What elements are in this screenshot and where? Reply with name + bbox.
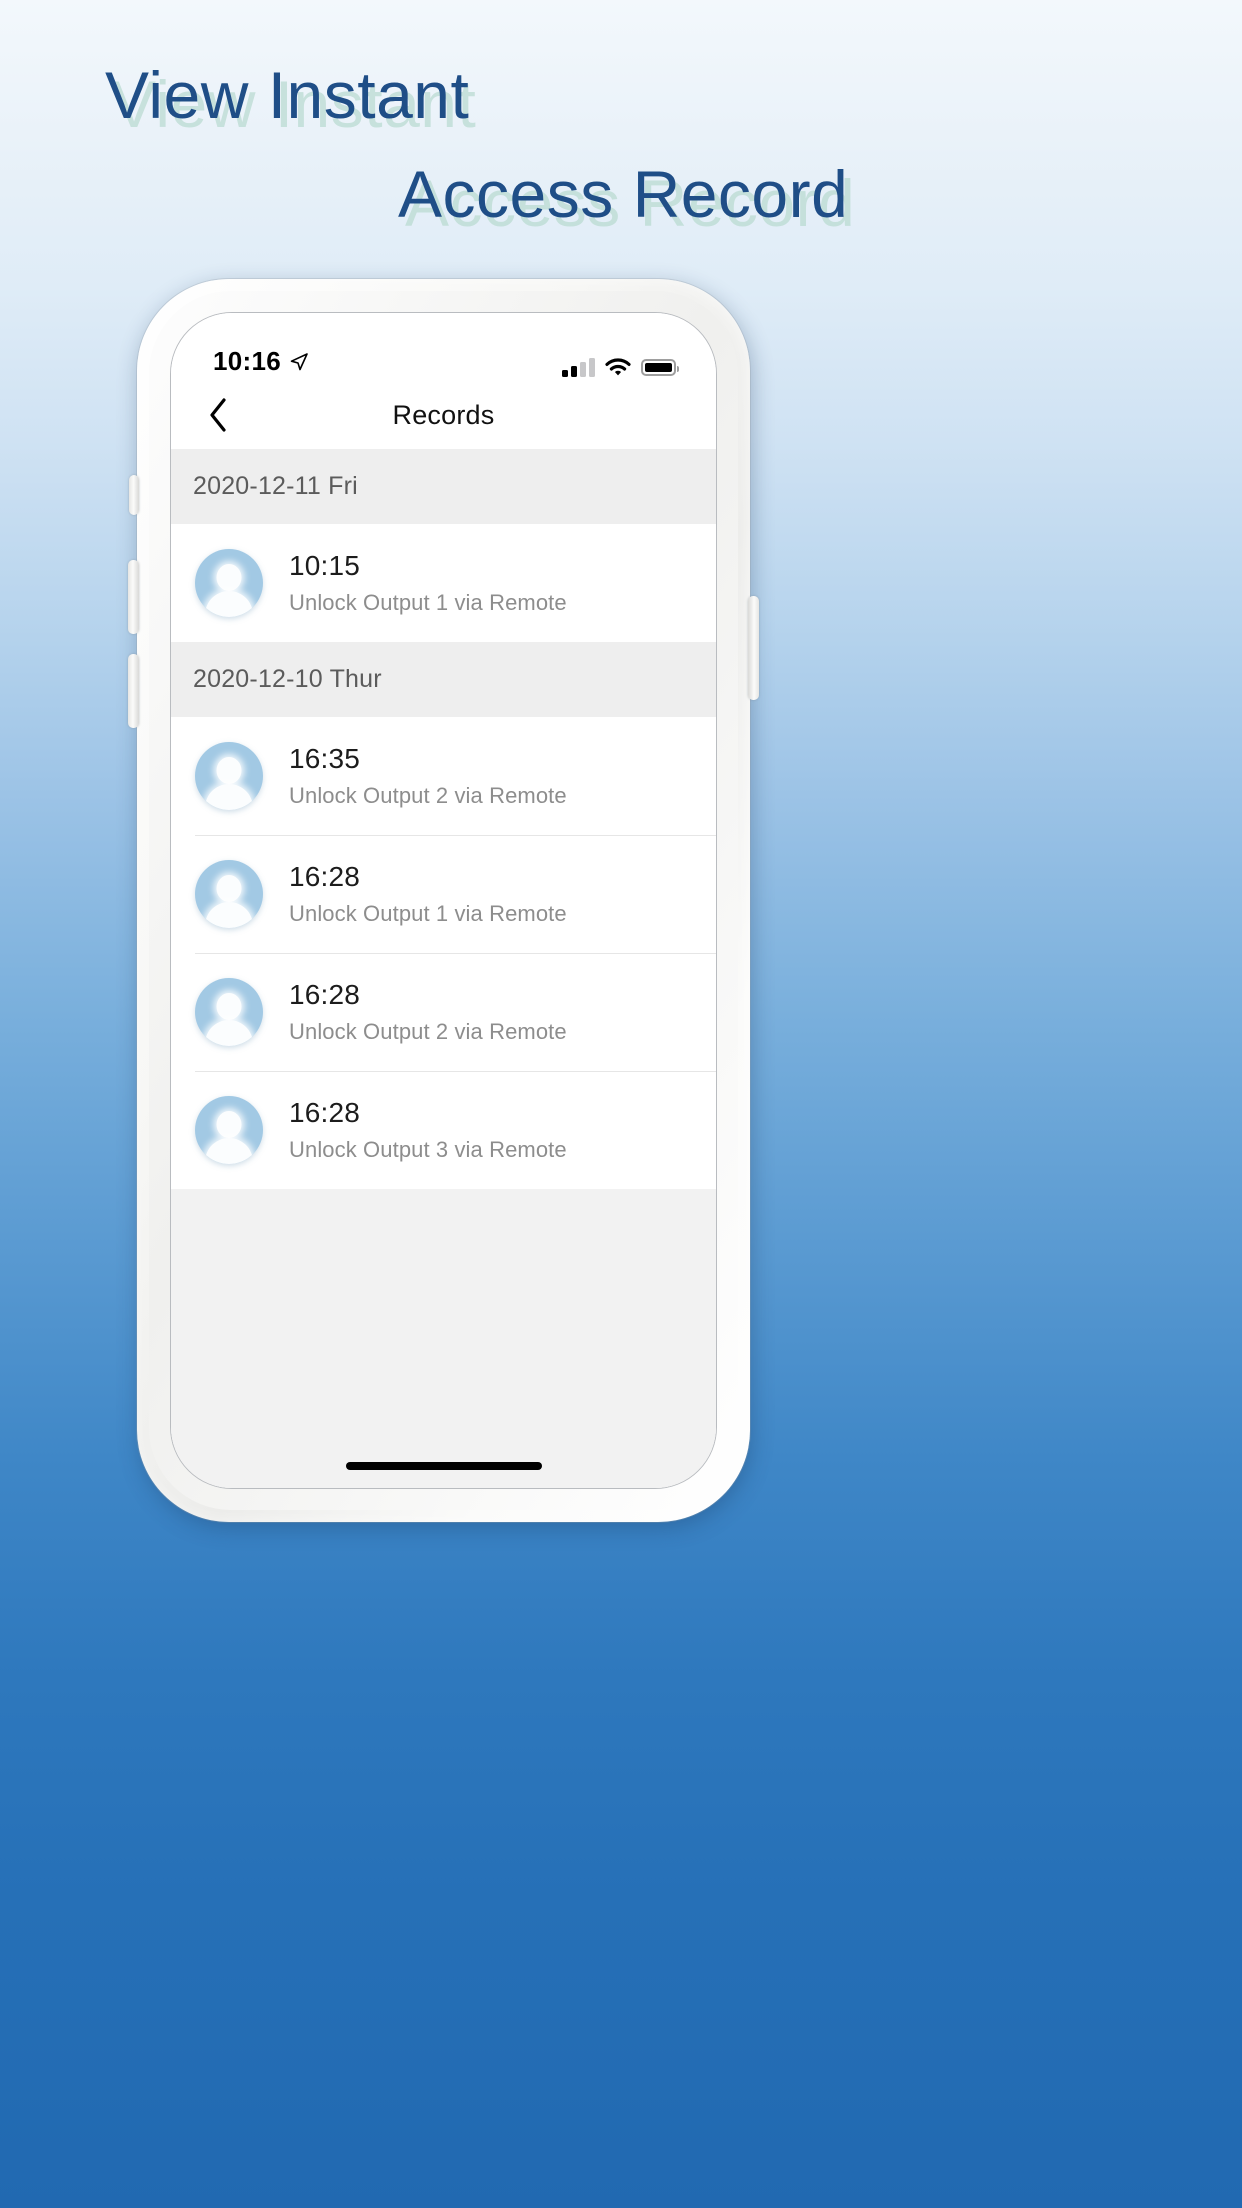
record-row-text: 16:28 Unlock Output 3 via Remote [289, 1097, 567, 1163]
record-row[interactable]: 16:28 Unlock Output 1 via Remote [171, 835, 716, 953]
status-bar-clock: 10:16 [213, 346, 281, 376]
phone-volume-down-button[interactable] [128, 654, 139, 728]
user-avatar-icon [195, 860, 263, 928]
user-avatar-icon [195, 549, 263, 617]
record-description: Unlock Output 2 via Remote [289, 1019, 567, 1044]
record-time: 10:15 [289, 550, 361, 581]
date-group-header: 2020-12-10 Thur [171, 642, 716, 717]
promo-heading-line-2: Access Record [398, 157, 849, 231]
chevron-left-icon [208, 398, 228, 432]
record-row-text: 16:28 Unlock Output 1 via Remote [289, 861, 567, 927]
record-row[interactable]: 10:15 Unlock Output 1 via Remote [171, 524, 716, 642]
location-arrow-icon [289, 352, 309, 372]
back-button[interactable] [193, 390, 243, 440]
phone-volume-up-button[interactable] [128, 560, 139, 634]
record-row-text: 10:15 Unlock Output 1 via Remote [289, 550, 567, 616]
record-description: Unlock Output 3 via Remote [289, 1137, 567, 1162]
record-description: Unlock Output 2 via Remote [289, 783, 567, 808]
home-indicator[interactable] [345, 1462, 542, 1470]
navigation-bar: Records [171, 381, 716, 449]
phone-mockup: 10:16 Records 2020-12-11 Fri 10:15 Unloc… [128, 279, 759, 1522]
date-group-header: 2020-12-11 Fri [171, 449, 716, 524]
promo-heading-line-1: View Instant [105, 58, 470, 132]
phone-screen: 10:16 Records 2020-12-11 Fri 10:15 Unloc… [170, 312, 717, 1489]
wifi-icon [605, 358, 631, 377]
record-description: Unlock Output 1 via Remote [289, 590, 567, 615]
phone-power-button[interactable] [748, 596, 759, 700]
record-row[interactable]: 16:28 Unlock Output 3 via Remote [171, 1071, 716, 1189]
user-avatar-icon [195, 1096, 263, 1164]
cellular-signal-icon [562, 357, 595, 377]
user-avatar-icon [195, 978, 263, 1046]
record-row-text: 16:35 Unlock Output 2 via Remote [289, 743, 567, 809]
page-title: Records [392, 399, 495, 430]
list-empty-area [171, 1189, 716, 1488]
record-description: Unlock Output 1 via Remote [289, 901, 567, 926]
record-row[interactable]: 16:28 Unlock Output 2 via Remote [171, 953, 716, 1071]
record-time: 16:35 [289, 743, 361, 774]
record-time: 16:28 [289, 1097, 361, 1128]
battery-full-icon [641, 359, 679, 376]
records-list[interactable]: 2020-12-11 Fri 10:15 Unlock Output 1 via… [171, 449, 716, 1488]
status-bar-right [562, 357, 686, 377]
phone-mute-switch[interactable] [129, 475, 139, 515]
status-bar-left: 10:16 [201, 346, 309, 377]
record-row[interactable]: 16:35 Unlock Output 2 via Remote [171, 717, 716, 835]
user-avatar-icon [195, 742, 263, 810]
status-bar: 10:16 [171, 313, 716, 381]
record-time: 16:28 [289, 979, 361, 1010]
record-row-text: 16:28 Unlock Output 2 via Remote [289, 979, 567, 1045]
record-time: 16:28 [289, 861, 361, 892]
record-group: 16:35 Unlock Output 2 via Remote 16:28 U… [171, 717, 716, 1189]
record-group: 10:15 Unlock Output 1 via Remote [171, 524, 716, 642]
